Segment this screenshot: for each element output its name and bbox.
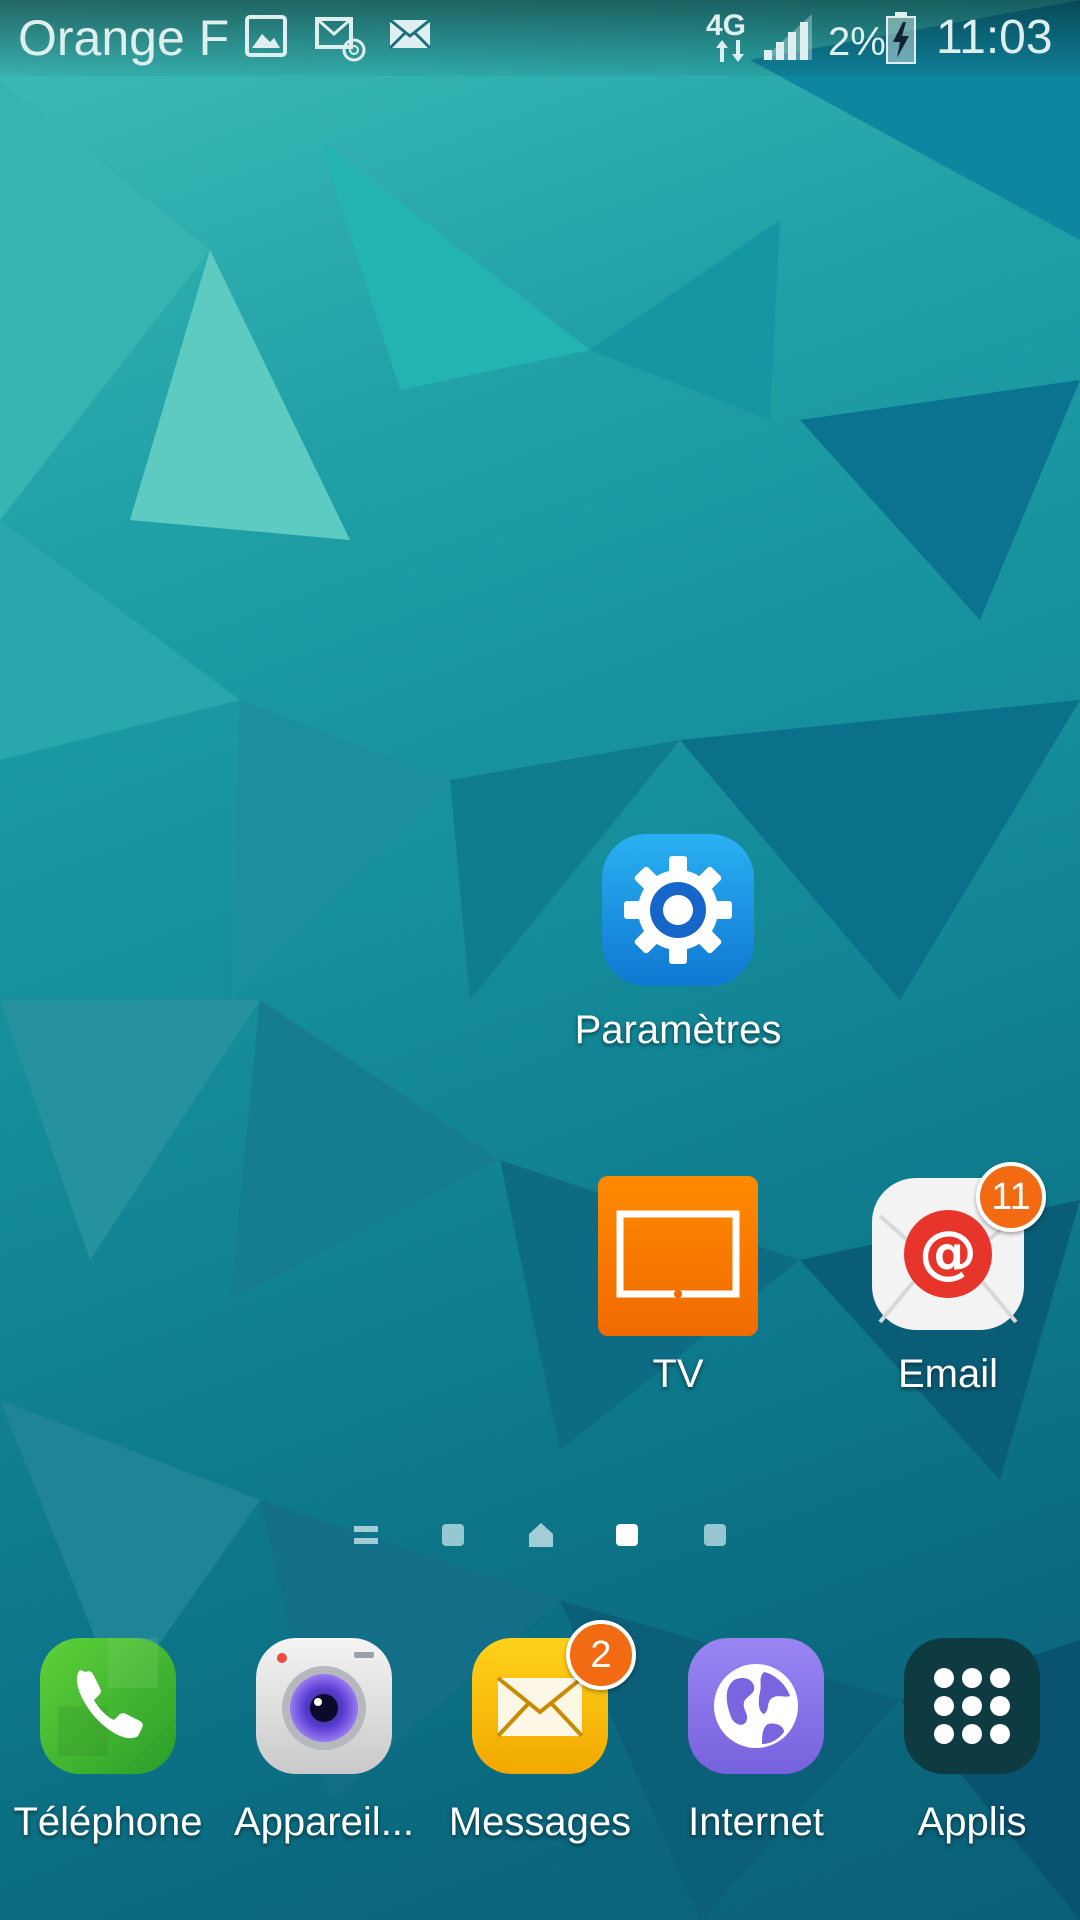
apps-grid-icon <box>904 1638 1040 1774</box>
camera-icon <box>256 1638 392 1774</box>
mms-icon <box>314 14 366 67</box>
menu-icon[interactable] <box>354 1524 378 1551</box>
home-screen: Orange F 4G 2% 11:03 Paramètres TV @ 11 … <box>0 0 1080 1920</box>
app-label: Paramètres <box>574 1008 782 1052</box>
status-bar: Orange F 4G 2% 11:03 <box>0 0 1080 76</box>
app-label: Email <box>897 1352 999 1396</box>
app-label: TV <box>652 1352 704 1396</box>
app-label: Applis <box>917 1800 1027 1844</box>
data-arrows-icon <box>716 40 744 67</box>
wallpaper <box>0 0 1080 1920</box>
home-icon[interactable] <box>528 1522 554 1553</box>
dock-internet[interactable]: Internet <box>686 1636 826 1844</box>
notification-badge: 2 <box>566 1620 636 1690</box>
dock-appareil[interactable]: Appareil... <box>234 1636 414 1844</box>
globe-icon <box>688 1638 824 1774</box>
notification-badge: 11 <box>976 1162 1046 1232</box>
app-label: Messages <box>448 1800 632 1844</box>
app-email[interactable]: @ 11 Email <box>870 1162 1046 1396</box>
app-parametres[interactable]: Paramètres <box>575 832 781 1052</box>
signal-icon <box>762 14 812 65</box>
page-indicator <box>0 1518 1080 1552</box>
app-label: Internet <box>688 1800 824 1844</box>
page-dot[interactable] <box>704 1524 726 1546</box>
dock-applis[interactable]: Applis <box>902 1636 1042 1844</box>
tv-icon <box>598 1176 758 1336</box>
gear-icon <box>602 834 754 986</box>
dock-messages[interactable]: 2 Messages <box>449 1620 636 1844</box>
dock-telephone[interactable]: Téléphone <box>13 1636 203 1844</box>
battery-percent: 2% <box>828 20 886 64</box>
battery-charging-icon <box>886 12 916 69</box>
phone-icon <box>40 1638 176 1774</box>
page-dot[interactable] <box>442 1524 464 1546</box>
app-label: Téléphone <box>13 1800 203 1844</box>
svg-text:@: @ <box>919 1218 977 1286</box>
app-tv[interactable]: TV <box>598 1176 758 1396</box>
page-dot-active[interactable] <box>616 1524 638 1546</box>
gallery-icon <box>244 14 288 63</box>
carrier-name: Orange F <box>18 10 230 66</box>
email-icon <box>388 14 432 59</box>
app-label: Appareil... <box>233 1800 415 1844</box>
clock: 11:03 <box>936 11 1053 64</box>
